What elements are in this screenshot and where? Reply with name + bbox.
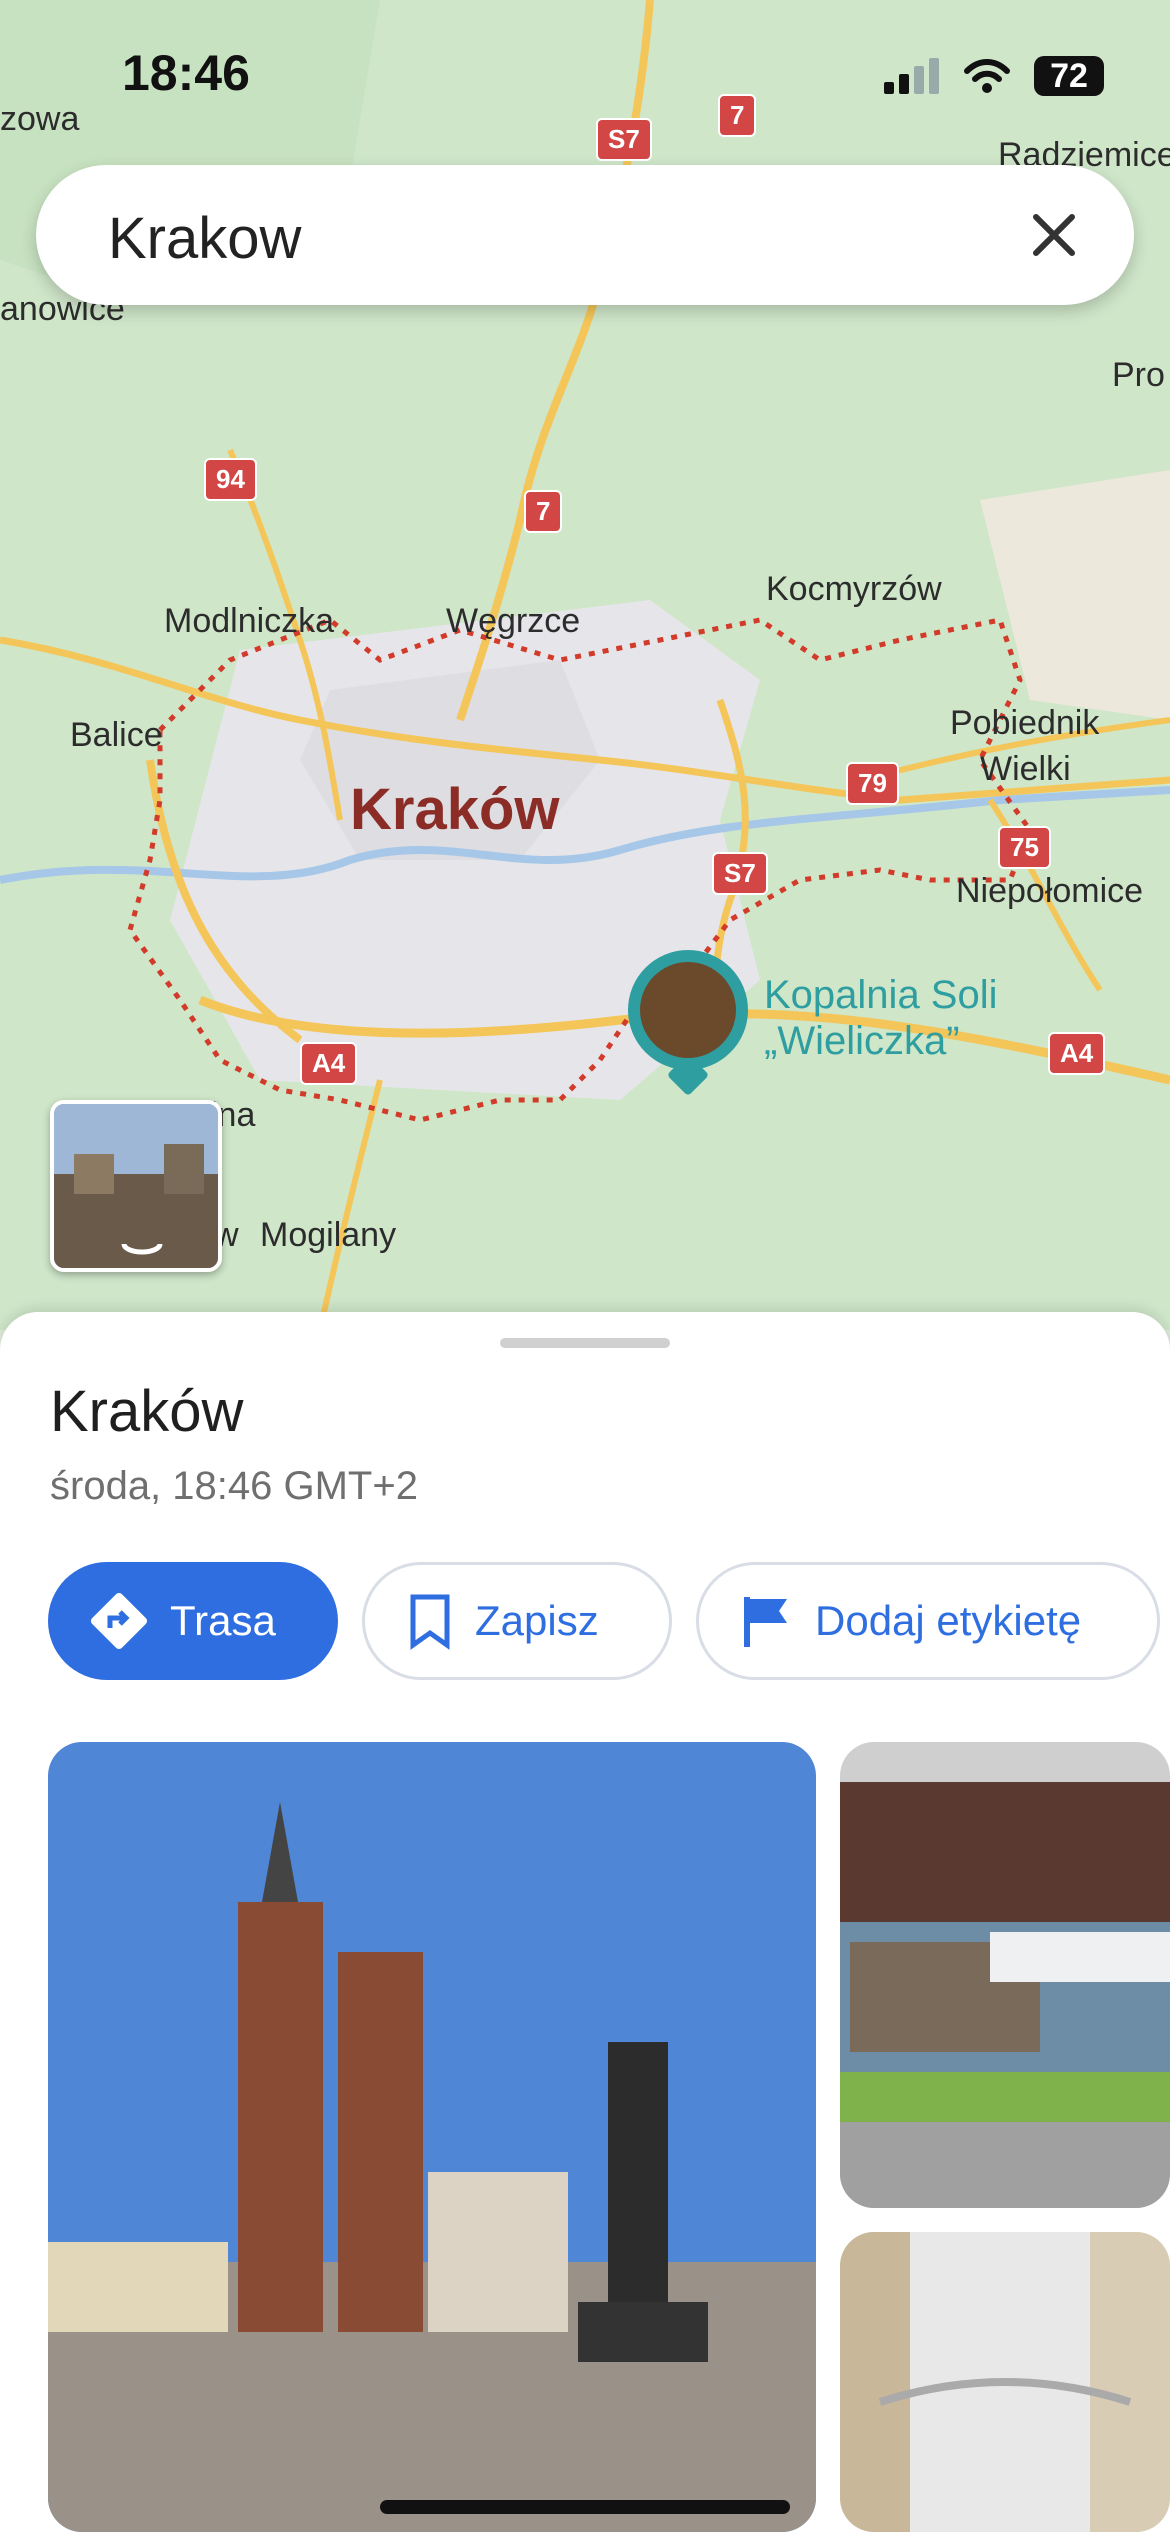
- poi-pin[interactable]: [628, 950, 748, 1070]
- map-place-label: Modlniczka: [164, 602, 335, 640]
- poi-label[interactable]: Kopalnia Soli „Wieliczka”: [764, 972, 998, 1064]
- map-place-label: Balice: [70, 716, 163, 754]
- directions-icon: [90, 1592, 148, 1650]
- road-shield: 75: [998, 826, 1051, 869]
- poi-label-line1: Kopalnia Soli: [764, 973, 998, 1017]
- place-local-time: środa, 18:46 GMT+2: [50, 1464, 418, 1508]
- photo-river: [840, 1742, 1170, 2208]
- poi-thumbnail: [640, 962, 736, 1058]
- road-shield: A4: [300, 1042, 358, 1085]
- place-bottom-sheet[interactable]: Kraków środa, 18:46 GMT+2 Trasa Zapisz D…: [0, 1312, 1170, 2532]
- home-indicator: [380, 2500, 790, 2514]
- photo-street: [840, 2232, 1170, 2532]
- search-input[interactable]: Krakow: [108, 205, 301, 272]
- battery-indicator: 72: [1034, 56, 1104, 96]
- place-photo[interactable]: [840, 2232, 1170, 2532]
- search-bar[interactable]: Krakow: [36, 165, 1134, 305]
- add-label-button-label: Dodaj etykietę: [815, 1597, 1082, 1644]
- map-place-label: Niepołomice: [956, 872, 1144, 910]
- directions-button-label: Trasa: [170, 1597, 276, 1644]
- map-place-label: Węgrzce: [446, 602, 581, 640]
- map-city-label[interactable]: Kraków: [350, 776, 560, 843]
- street-view-thumbnail[interactable]: [50, 1100, 222, 1272]
- map-place-label: Mogilany: [260, 1216, 397, 1254]
- road-shield: 79: [846, 762, 899, 805]
- map-place-label: Wielki: [980, 750, 1071, 788]
- place-photo[interactable]: [48, 1742, 816, 2532]
- bookmark-icon: [410, 1594, 450, 1650]
- map-place-label: Pobiednik: [950, 704, 1100, 742]
- road-shield: 94: [204, 458, 257, 501]
- add-label-button[interactable]: Dodaj etykietę: [696, 1562, 1160, 1680]
- status-time: 18:46: [122, 45, 250, 101]
- road-shield: 7: [524, 490, 563, 533]
- status-bar: 18:46 72: [0, 0, 1170, 150]
- place-title: Kraków: [50, 1379, 244, 1444]
- sheet-drag-handle[interactable]: [500, 1338, 670, 1348]
- signal-icon: [884, 58, 939, 94]
- road-shield: S7: [712, 852, 768, 895]
- flag-icon: [744, 1597, 787, 1647]
- photo-market-square: [48, 1742, 816, 2532]
- wifi-icon: [964, 59, 1010, 93]
- save-button-label: Zapisz: [475, 1597, 599, 1644]
- poi-label-line2: „Wieliczka”: [764, 1019, 960, 1063]
- road-shield: A4: [1048, 1032, 1106, 1075]
- map-place-label: Pro: [1112, 356, 1165, 394]
- map-place-label: Kocmyrzów: [766, 570, 942, 608]
- place-photo[interactable]: [840, 1742, 1170, 2208]
- directions-button[interactable]: Trasa: [48, 1562, 338, 1680]
- street-view-image: [54, 1104, 218, 1268]
- close-icon[interactable]: [1018, 199, 1090, 271]
- save-button[interactable]: Zapisz: [362, 1562, 672, 1680]
